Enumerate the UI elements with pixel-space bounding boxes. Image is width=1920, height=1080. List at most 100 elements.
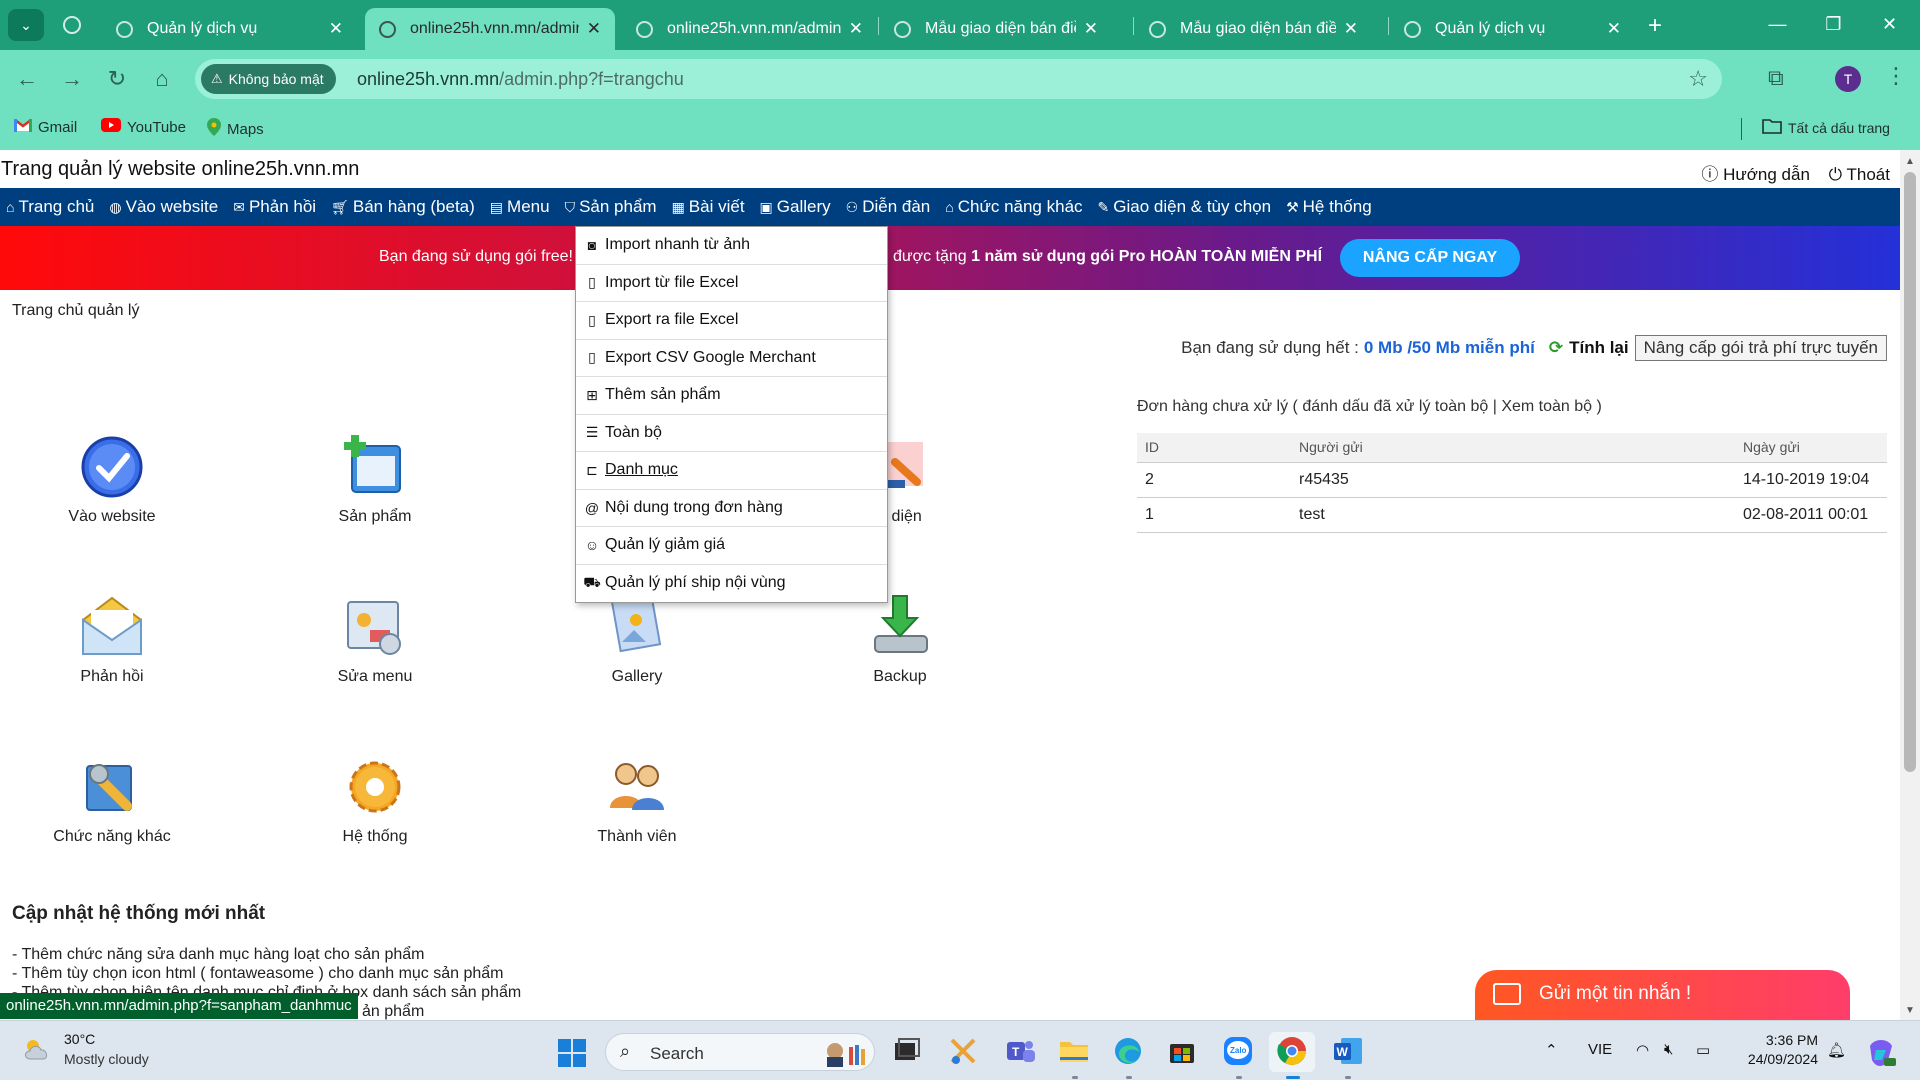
close-icon[interactable]: ✕ (1607, 19, 1621, 39)
cell-sender[interactable]: r45435 (1291, 462, 1735, 498)
weather-temperature[interactable]: 30°C (64, 1031, 95, 1047)
nav-system[interactable]: ⚒ Hệ thống (1286, 197, 1372, 217)
word-icon[interactable]: W (1331, 1034, 1365, 1068)
shortcut-feedback[interactable]: Phản hồi (12, 592, 212, 686)
upgrade-online-button[interactable]: Nâng cấp gói trả phí trực tuyến (1634, 335, 1887, 361)
restore-button[interactable]: ❐ (1806, 0, 1861, 50)
menu-item-shipping-fees[interactable]: ⛟ Quản lý phí ship nội vùng (576, 565, 887, 603)
menu-item-import-from-image[interactable]: ◙ Import nhanh từ ảnh (576, 227, 887, 265)
nav-theme-options[interactable]: ✎ Giao diện & tùy chọn (1098, 197, 1272, 217)
nav-sales[interactable]: 🛒︎ Bán hàng (beta) (331, 197, 475, 217)
scroll-down-arrow-icon[interactable]: ▼ (1905, 1005, 1915, 1016)
nav-forum[interactable]: ⚇ Diễn đàn (846, 197, 931, 217)
cell-sender[interactable]: test (1291, 497, 1735, 533)
menu-item-export-excel[interactable]: ▯ Export ra file Excel (576, 302, 887, 340)
bookmark-star-icon[interactable]: ☆ (1688, 66, 1708, 92)
snipping-tool-icon[interactable] (946, 1034, 980, 1068)
shortcut-gallery[interactable]: Gallery (537, 592, 737, 686)
url-text[interactable]: online25h.vnn.mn/admin.php?f=trangchu (357, 69, 684, 90)
address-bar[interactable]: ⚠ Không bảo mật online25h.vnn.mn/admin.p… (195, 59, 1722, 99)
taskbar-search[interactable]: ⌕ Search (605, 1033, 875, 1071)
edge-icon[interactable] (1111, 1034, 1145, 1068)
clock[interactable]: 3:36 PM 24/09/2024 (1740, 1031, 1818, 1069)
minimize-button[interactable]: — (1750, 0, 1805, 50)
shortcut-edit-menu[interactable]: Sửa menu (275, 592, 475, 686)
chat-widget[interactable]: Gửi một tin nhắn ! (1475, 970, 1850, 1020)
table-row[interactable]: 2 r45435 14-10-2019 19:04 (1137, 462, 1887, 498)
close-icon[interactable]: ✕ (1344, 19, 1358, 39)
shortcut-products[interactable]: Sản phẩm (275, 432, 475, 526)
table-row[interactable]: 1 test 02-08-2011 00:01 (1137, 497, 1887, 533)
recalculate-link[interactable]: Tính lại (1569, 338, 1629, 358)
tab-1[interactable]: Quản lý dịch vụ ✕ (102, 8, 357, 50)
refresh-icon[interactable]: ⟳ (1549, 338, 1563, 358)
shortcut-backup[interactable]: Backup (800, 592, 1000, 686)
globe-icon[interactable] (60, 13, 84, 37)
nav-gallery[interactable]: ▣ Gallery (760, 197, 831, 217)
shortcut-members[interactable]: Thành viên (537, 752, 737, 846)
logout-link[interactable]: ⏻ Thoát (1829, 165, 1890, 184)
chevron-up-icon[interactable]: ⌃ (1545, 1041, 1558, 1059)
nav-other-functions[interactable]: ⌂ Chức năng khác (945, 197, 1082, 217)
tab-4[interactable]: Mẫu giao diện bán điều h ✕ (880, 8, 1112, 50)
menu-item-export-google-csv[interactable]: ▯ Export CSV Google Merchant (576, 340, 887, 377)
bookmark-gmail[interactable]: Gmail (14, 118, 77, 136)
page-scrollbar[interactable]: ▲ ▼ (1900, 150, 1920, 1020)
nav-home[interactable]: ⌂ Trang chủ (6, 197, 94, 217)
tab-6[interactable]: Quản lý dịch vụ ✕ (1390, 8, 1635, 50)
close-icon[interactable]: ✕ (849, 19, 863, 39)
close-icon[interactable]: ✕ (329, 19, 343, 39)
more-menu-icon[interactable]: ⋮ (1885, 63, 1907, 89)
battery-icon[interactable]: ▭ (1696, 1041, 1710, 1059)
input-language[interactable]: VIE (1588, 1041, 1612, 1058)
security-chip[interactable]: ⚠ Không bảo mật (201, 64, 336, 94)
task-view-icon[interactable] (889, 1034, 923, 1068)
teams-icon[interactable]: T (1003, 1034, 1037, 1068)
menu-item-categories[interactable]: ⊏ Danh mục (576, 452, 887, 490)
store-icon[interactable] (1165, 1034, 1199, 1068)
tab-3[interactable]: online25h.vnn.mn/admin ✕ (622, 8, 877, 50)
close-icon[interactable]: ✕ (587, 19, 601, 39)
volume-muted-icon[interactable]: 🔇︎ (1664, 1041, 1673, 1058)
chrome-icon[interactable] (1275, 1034, 1309, 1068)
profile-avatar[interactable]: T (1835, 66, 1861, 92)
shortcut-view-website[interactable]: Vào website (12, 432, 212, 526)
bookmark-youtube[interactable]: YouTube (101, 118, 186, 136)
home-icon[interactable]: ⌂ (146, 63, 178, 95)
nav-feedback[interactable]: ✉ Phản hồi (233, 197, 316, 217)
nav-posts[interactable]: ▦ Bài viết (672, 197, 745, 217)
notification-bell-icon[interactable]: 🔔︎ (1827, 1041, 1846, 1059)
tab-2-active[interactable]: online25h.vnn.mn/admin ✕ (365, 8, 615, 50)
zalo-icon[interactable]: Zalo (1221, 1034, 1255, 1068)
menu-item-order-content[interactable]: @ Nội dung trong đơn hàng (576, 490, 887, 527)
wifi-icon[interactable]: ◠ (1636, 1041, 1649, 1059)
tab-search-button[interactable]: ⌄ (8, 9, 44, 41)
nav-view-website[interactable]: ◍ Vào website (109, 197, 218, 217)
weather-description[interactable]: Mostly cloudy (64, 1051, 149, 1067)
menu-item-all-products[interactable]: ☰ Toàn bộ (576, 415, 887, 452)
help-link[interactable]: ⓘ Hướng dẫn (1701, 165, 1810, 184)
file-explorer-icon[interactable] (1057, 1034, 1091, 1068)
shortcut-system[interactable]: Hệ thống (275, 752, 475, 846)
bookmark-maps[interactable]: Maps (207, 118, 264, 140)
menu-item-add-product[interactable]: ⊞ Thêm sản phẩm (576, 377, 887, 415)
close-icon[interactable]: ✕ (1084, 19, 1098, 39)
windows-start-icon[interactable] (558, 1039, 586, 1067)
scroll-thumb[interactable] (1904, 172, 1916, 772)
forward-arrow-icon[interactable]: → (56, 63, 88, 95)
new-tab-button[interactable]: + (1648, 12, 1662, 40)
menu-item-import-excel[interactable]: ▯ Import từ file Excel (576, 265, 887, 302)
shortcut-other-functions[interactable]: Chức năng khác (12, 752, 212, 846)
copilot-icon[interactable] (1864, 1036, 1898, 1070)
nav-menu[interactable]: ▤ Menu (490, 197, 550, 217)
extensions-icon[interactable]: ⧉ (1768, 65, 1784, 91)
reload-icon[interactable]: ↻ (101, 63, 133, 95)
upgrade-now-button[interactable]: NÂNG CẤP NGAY (1340, 239, 1520, 277)
window-close-button[interactable]: ✕ (1862, 0, 1917, 50)
tab-5[interactable]: Mẫu giao diện bán điều h ✕ (1135, 8, 1372, 50)
back-arrow-icon[interactable]: ← (11, 63, 43, 95)
all-bookmarks-button[interactable]: Tất cả dấu trang (1762, 118, 1890, 138)
scroll-up-arrow-icon[interactable]: ▲ (1905, 156, 1915, 167)
nav-products[interactable]: ⛉ Sản phẩm (565, 197, 657, 217)
menu-item-discounts[interactable]: ☺ Quản lý giảm giá (576, 527, 887, 565)
